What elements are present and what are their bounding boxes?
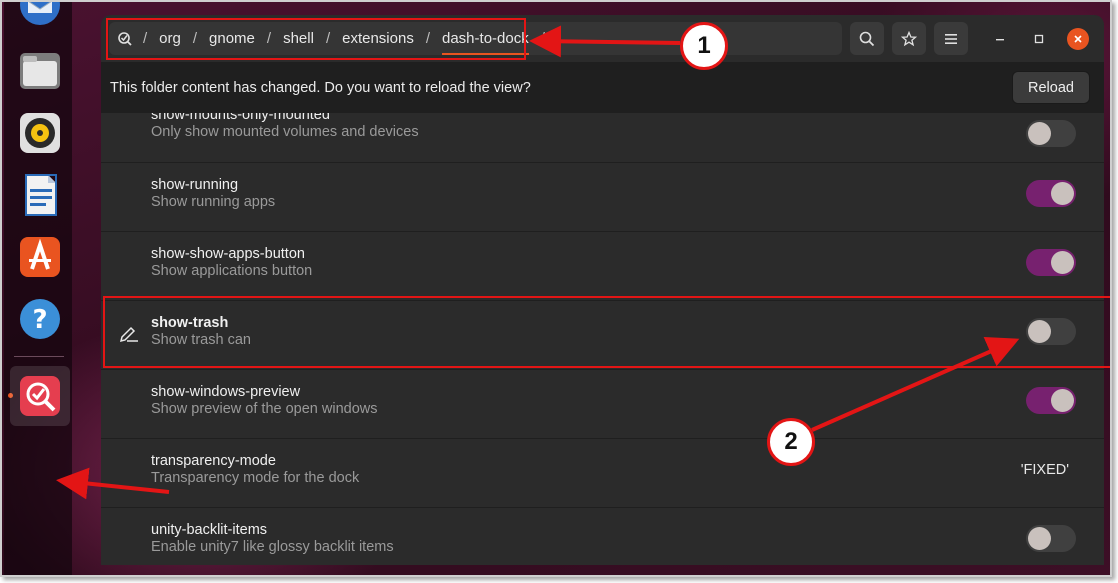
- arrow-to-breadcrumb: [529, 25, 681, 58]
- arrow-to-dock-icon: [56, 467, 170, 500]
- annotation-arrows: [56, 25, 1020, 500]
- callout-2: 2: [767, 418, 815, 466]
- screenshot-frame: ? / org / gnome / shell / extensions / d…: [0, 0, 1112, 577]
- callout-1: 1: [680, 22, 728, 70]
- arrow-to-show-trash-toggle: [811, 337, 1020, 432]
